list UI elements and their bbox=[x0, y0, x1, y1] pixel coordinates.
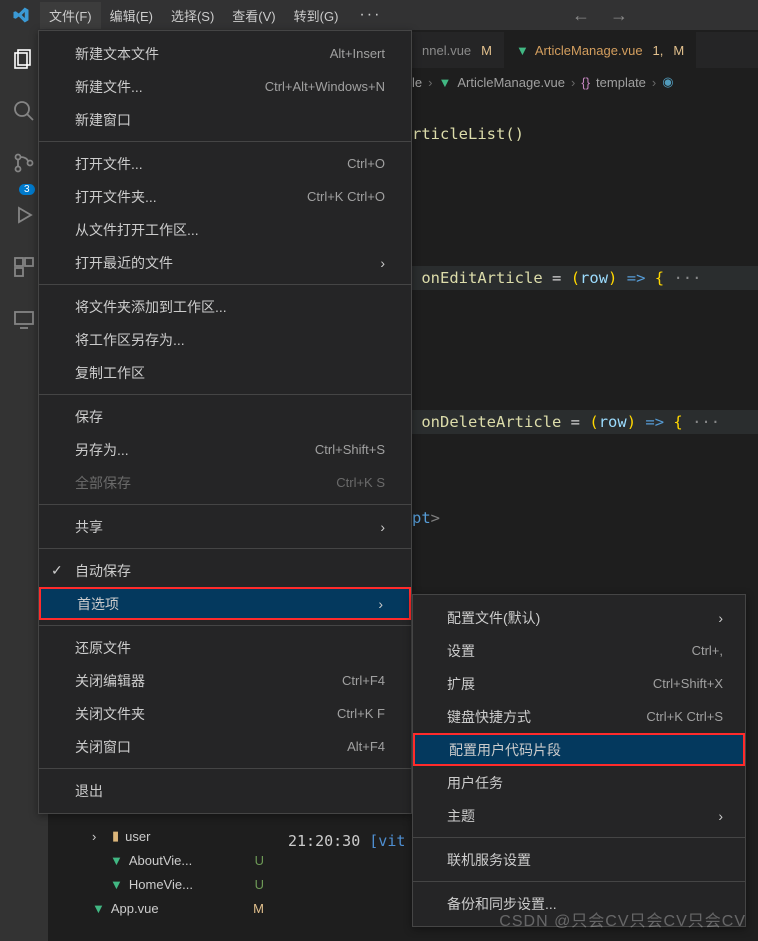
menu-new-text-file[interactable]: 新建文本文件Alt+Insert bbox=[39, 37, 411, 70]
extensions-icon[interactable] bbox=[11, 254, 37, 280]
search-icon[interactable] bbox=[11, 98, 37, 124]
editor-tabs: nnel.vue M ▼ ArticleManage.vue 1, M bbox=[410, 32, 758, 68]
element-icon: ◉ bbox=[662, 74, 673, 90]
menu-view[interactable]: 查看(V) bbox=[223, 2, 284, 29]
menu-save-ws-as[interactable]: 将工作区另存为... bbox=[39, 323, 411, 356]
menu-close-folder[interactable]: 关闭文件夹Ctrl+K F bbox=[39, 697, 411, 730]
menu-go[interactable]: 转到(G) bbox=[285, 2, 348, 29]
menu-separator bbox=[39, 394, 411, 395]
submenu-profile[interactable]: 配置文件(默认)› bbox=[413, 601, 745, 634]
breadcrumbs[interactable]: le› ▼ ArticleManage.vue› {} template› ◉ bbox=[412, 68, 758, 96]
tab-inactive[interactable]: nnel.vue M bbox=[410, 32, 504, 68]
tree-file-home[interactable]: ▼HomeVie...U bbox=[48, 872, 274, 896]
menu-open-recent[interactable]: 打开最近的文件› bbox=[39, 246, 411, 279]
menu-separator bbox=[413, 837, 745, 838]
submenu-snippets[interactable]: 配置用户代码片段 bbox=[413, 733, 745, 766]
folder-icon: ▮ bbox=[112, 828, 119, 844]
tree-folder-user[interactable]: ›▮user bbox=[48, 824, 274, 848]
menu-share[interactable]: 共享› bbox=[39, 510, 411, 543]
submenu-keybindings[interactable]: 键盘快捷方式Ctrl+K Ctrl+S bbox=[413, 700, 745, 733]
menu-separator bbox=[39, 625, 411, 626]
nav-forward-icon[interactable]: → bbox=[610, 5, 628, 26]
check-icon: ✓ bbox=[51, 562, 63, 579]
menu-new-window[interactable]: 新建窗口 bbox=[39, 103, 411, 136]
menu-edit[interactable]: 编辑(E) bbox=[101, 2, 162, 29]
tree-file-about[interactable]: ▼AboutVie...U bbox=[48, 848, 274, 872]
menu-separator bbox=[39, 504, 411, 505]
vue-icon: ▼ bbox=[110, 877, 123, 892]
menu-select[interactable]: 选择(S) bbox=[162, 2, 223, 29]
menu-new-file[interactable]: 新建文件...Ctrl+Alt+Windows+N bbox=[39, 70, 411, 103]
tree-file-app[interactable]: ▼App.vueM bbox=[48, 896, 274, 920]
menu-open-folder[interactable]: 打开文件夹...Ctrl+K Ctrl+O bbox=[39, 180, 411, 213]
menu-auto-save[interactable]: ✓自动保存 bbox=[39, 554, 411, 587]
preferences-submenu: 配置文件(默认)› 设置Ctrl+, 扩展Ctrl+Shift+X 键盘快捷方式… bbox=[412, 594, 746, 927]
menu-open-file[interactable]: 打开文件...Ctrl+O bbox=[39, 147, 411, 180]
tab-active[interactable]: ▼ ArticleManage.vue 1, M bbox=[504, 32, 696, 68]
submenu-settings[interactable]: 设置Ctrl+, bbox=[413, 634, 745, 667]
vue-icon: ▼ bbox=[438, 75, 451, 90]
submenu-extensions[interactable]: 扩展Ctrl+Shift+X bbox=[413, 667, 745, 700]
menu-preferences[interactable]: 首选项› bbox=[39, 587, 411, 620]
remote-icon[interactable] bbox=[11, 306, 37, 332]
menu-open-workspace[interactable]: 从文件打开工作区... bbox=[39, 213, 411, 246]
menu-separator bbox=[39, 141, 411, 142]
submenu-online[interactable]: 联机服务设置 bbox=[413, 843, 745, 876]
scm-icon[interactable] bbox=[11, 150, 37, 176]
menu-file[interactable]: 文件(F) bbox=[40, 2, 101, 29]
menu-close-window[interactable]: 关闭窗口Alt+F4 bbox=[39, 730, 411, 763]
menu-separator bbox=[39, 768, 411, 769]
submenu-theme[interactable]: 主题› bbox=[413, 799, 745, 832]
debug-icon[interactable] bbox=[11, 202, 37, 228]
file-menu-dropdown: 新建文本文件Alt+Insert 新建文件...Ctrl+Alt+Windows… bbox=[38, 30, 412, 814]
menu-separator bbox=[39, 548, 411, 549]
vue-icon: ▼ bbox=[110, 853, 123, 868]
menu-add-folder-ws[interactable]: 将文件夹添加到工作区... bbox=[39, 290, 411, 323]
watermark: CSDN @只会CV只会CV只会CV bbox=[499, 907, 746, 931]
explorer-icon[interactable] bbox=[11, 46, 37, 72]
menu-exit[interactable]: 退出 bbox=[39, 774, 411, 807]
terminal-output: 21:20:30 [vit bbox=[288, 832, 405, 850]
vscode-logo-icon bbox=[8, 6, 34, 24]
menu-save-as[interactable]: 另存为...Ctrl+Shift+S bbox=[39, 433, 411, 466]
explorer-tree[interactable]: ›▮user ▼AboutVie...U ▼HomeVie...U ▼App.v… bbox=[48, 824, 274, 920]
chevron-right-icon: › bbox=[92, 829, 106, 844]
nav-back-icon[interactable]: ← bbox=[572, 5, 590, 26]
menu-duplicate-ws[interactable]: 复制工作区 bbox=[39, 356, 411, 389]
submenu-tasks[interactable]: 用户任务 bbox=[413, 766, 745, 799]
menu-save-all: 全部保存Ctrl+K S bbox=[39, 466, 411, 499]
vue-icon: ▼ bbox=[92, 901, 105, 916]
menu-separator bbox=[413, 881, 745, 882]
menu-close-editor[interactable]: 关闭编辑器Ctrl+F4 bbox=[39, 664, 411, 697]
vue-icon: ▼ bbox=[516, 43, 529, 58]
menu-separator bbox=[39, 284, 411, 285]
menu-overflow[interactable]: ··· bbox=[347, 2, 393, 28]
scm-badge: 3 bbox=[19, 184, 35, 195]
menubar: 文件(F) 编辑(E) 选择(S) 查看(V) 转到(G) ··· ← → bbox=[0, 0, 758, 30]
nav-arrows: ← → bbox=[572, 5, 758, 26]
menu-revert[interactable]: 还原文件 bbox=[39, 631, 411, 664]
menu-save[interactable]: 保存 bbox=[39, 400, 411, 433]
